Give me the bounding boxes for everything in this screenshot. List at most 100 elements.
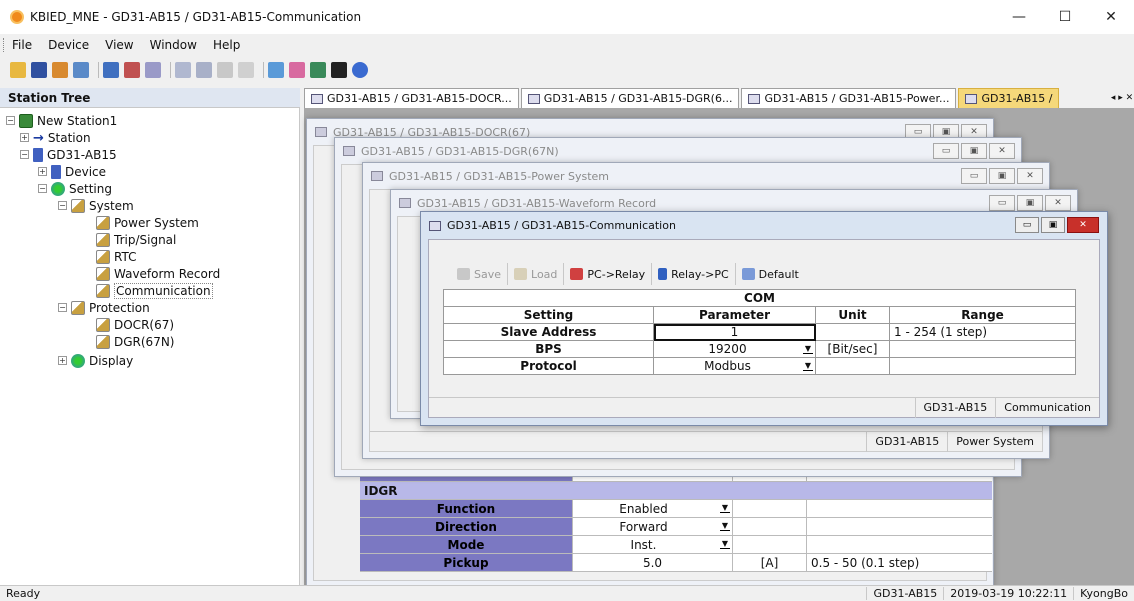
network-icon[interactable]: [310, 62, 326, 78]
minimize-button[interactable]: ▭: [961, 168, 987, 184]
expand-icon[interactable]: +: [20, 133, 29, 142]
connect-icon[interactable]: [103, 62, 119, 78]
direction-select[interactable]: Forward ▼: [572, 518, 732, 535]
function-select[interactable]: Enabled ▼: [572, 500, 732, 517]
minimize-button[interactable]: ▭: [989, 195, 1015, 211]
chevron-down-icon[interactable]: ▼: [803, 344, 813, 354]
window-icon: [527, 93, 540, 104]
save-all-icon[interactable]: [52, 62, 68, 78]
tree-node-device-ab15[interactable]: − GD31-AB15: [20, 146, 117, 163]
delete-icon[interactable]: [331, 62, 347, 78]
tree-node-trip-signal[interactable]: Trip/Signal: [96, 231, 176, 248]
about-icon[interactable]: [352, 62, 368, 78]
tab-docr[interactable]: GD31-AB15 / GD31-AB15-DOCR...: [304, 88, 519, 108]
tree-node-root[interactable]: − New Station1: [6, 112, 117, 129]
window-icon: [311, 93, 323, 104]
tree-node-setting[interactable]: − Setting: [38, 180, 112, 197]
chevron-down-icon[interactable]: ▼: [720, 521, 730, 531]
restore-button[interactable]: ▣: [989, 168, 1015, 184]
mode-select[interactable]: Inst. ▼: [572, 536, 732, 553]
collapse-icon[interactable]: −: [38, 184, 47, 193]
window-icon: [343, 146, 355, 156]
menu-view[interactable]: View: [105, 38, 133, 52]
minimize-button[interactable]: —: [996, 0, 1042, 34]
tree-node-power-system[interactable]: Power System: [96, 214, 199, 231]
monitor-icon[interactable]: [196, 62, 212, 78]
window-communication[interactable]: GD31-AB15 / GD31-AB15-Communication ▭ ▣ …: [420, 211, 1108, 426]
collapse-icon[interactable]: −: [58, 201, 67, 210]
collapse-icon[interactable]: −: [6, 116, 15, 125]
tree-node-docr[interactable]: DOCR(67): [96, 316, 174, 333]
grid-icon[interactable]: [217, 62, 233, 78]
settings-doc-icon: [96, 334, 110, 349]
link-icon[interactable]: [268, 62, 284, 78]
close-button[interactable]: ✕: [1045, 195, 1071, 211]
window-icon[interactable]: [238, 62, 254, 78]
menu-help[interactable]: Help: [213, 38, 240, 52]
download-icon[interactable]: [124, 62, 140, 78]
restore-button[interactable]: ▣: [961, 143, 987, 159]
tree-node-station[interactable]: + → Station: [20, 129, 91, 146]
docr-grid: External Block No▼ IDGR Function Enabled…: [360, 464, 992, 572]
menu-file[interactable]: File: [12, 38, 32, 52]
comm-toolbar: Save Load PC->Relay Relay->PC Default: [451, 262, 805, 286]
chevron-down-icon[interactable]: ▼: [720, 503, 730, 513]
minimize-button[interactable]: ▭: [933, 143, 959, 159]
status-bar: Ready GD31-AB15 2019-03-19 10:22:11 Kyon…: [0, 585, 1134, 601]
expand-icon[interactable]: +: [38, 167, 47, 176]
protocol-select[interactable]: Modbus ▼: [653, 357, 816, 375]
tree-node-system[interactable]: − System: [58, 197, 134, 214]
tab-power[interactable]: GD31-AB15 / GD31-AB15-Power...: [741, 88, 957, 108]
close-button[interactable]: ✕: [1088, 0, 1134, 34]
save-icon: [457, 268, 470, 280]
tree-node-communication[interactable]: Communication: [96, 282, 213, 299]
save-button[interactable]: Save: [451, 263, 509, 285]
restore-button[interactable]: ▣: [1041, 217, 1065, 233]
tool-icon[interactable]: [175, 62, 191, 78]
collapse-icon[interactable]: −: [58, 303, 67, 312]
relay-to-pc-button[interactable]: Relay->PC: [652, 263, 736, 285]
chevron-down-icon[interactable]: ▼: [803, 361, 813, 371]
unlink-icon[interactable]: [289, 62, 305, 78]
window-icon: [315, 127, 327, 137]
close-button[interactable]: ✕: [989, 143, 1015, 159]
window-title: KBIED_MNE - GD31-AB15 / GD31-AB15-Commun…: [30, 10, 362, 24]
pc-to-relay-button[interactable]: PC->Relay: [564, 263, 653, 285]
window-icon: [371, 171, 383, 181]
tab-communication[interactable]: GD31-AB15 /: [958, 88, 1060, 108]
bps-select[interactable]: 19200 ▼: [653, 340, 816, 358]
tree-node-rtc[interactable]: RTC: [96, 248, 136, 265]
menu-device[interactable]: Device: [48, 38, 89, 52]
table-row: Pickup 5.0 [A] 0.5 - 50 (0.1 step): [360, 554, 992, 572]
pickup-input[interactable]: 5.0: [572, 554, 732, 571]
table-row: Function Enabled ▼: [360, 500, 992, 518]
tree-node-dgr[interactable]: DGR(67N): [96, 333, 175, 350]
load-button[interactable]: Load: [508, 263, 565, 285]
slave-address-input[interactable]: 1: [653, 323, 816, 341]
upload-icon[interactable]: [145, 62, 161, 78]
gear-icon: [51, 181, 65, 196]
tree-node-display[interactable]: + Display: [58, 352, 133, 369]
print-icon[interactable]: [73, 62, 89, 78]
menu-window[interactable]: Window: [150, 38, 197, 52]
open-icon[interactable]: [10, 62, 26, 78]
maximize-button[interactable]: ☐: [1042, 0, 1088, 34]
save-icon[interactable]: [31, 62, 47, 78]
tree-node-protection[interactable]: − Protection: [58, 299, 150, 316]
expand-icon[interactable]: +: [58, 356, 67, 365]
close-button[interactable]: ✕: [1067, 217, 1099, 233]
chevron-down-icon[interactable]: ▼: [720, 539, 730, 549]
settings-doc-icon: [96, 215, 110, 230]
window-icon: [399, 198, 411, 208]
restore-button[interactable]: ▣: [1017, 195, 1043, 211]
status-datetime: 2019-03-19 10:22:11: [943, 587, 1073, 600]
main-toolbar: [0, 56, 1134, 84]
tree-node-waveform-record[interactable]: Waveform Record: [96, 265, 220, 282]
tree-node-device[interactable]: + Device: [38, 163, 106, 180]
tab-dgr[interactable]: GD31-AB15 / GD31-AB15-DGR(6...: [520, 88, 740, 108]
close-button[interactable]: ✕: [1017, 168, 1043, 184]
tab-nav[interactable]: ◂ ▸ ✕: [1110, 88, 1134, 108]
collapse-icon[interactable]: −: [20, 150, 29, 159]
minimize-button[interactable]: ▭: [1015, 217, 1039, 233]
default-button[interactable]: Default: [736, 263, 805, 285]
